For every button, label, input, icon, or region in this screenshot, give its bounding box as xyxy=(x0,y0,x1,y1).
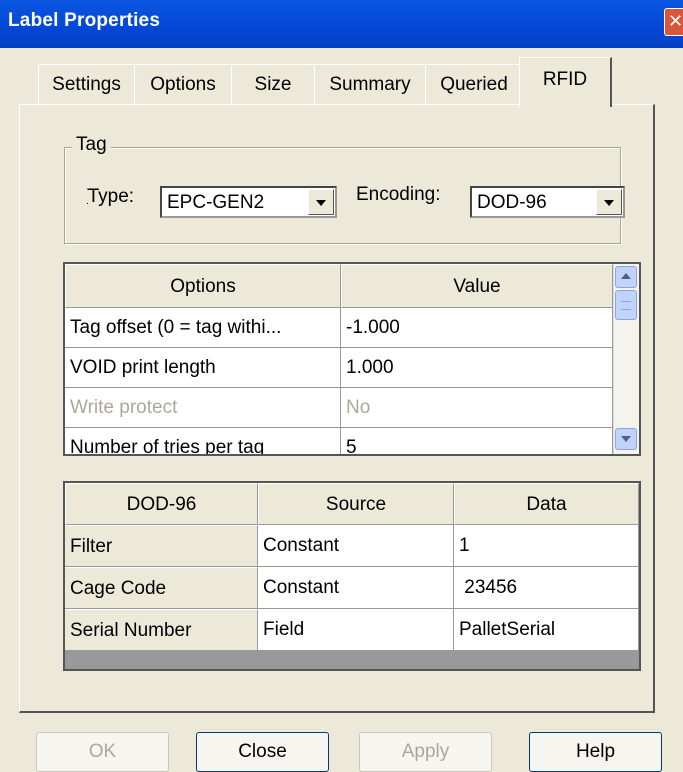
type-label-text: Type: xyxy=(87,186,135,207)
option-value[interactable]: 1.000 xyxy=(341,348,613,388)
field-source[interactable]: Constant xyxy=(258,525,454,567)
scroll-down-icon[interactable] xyxy=(615,428,637,450)
close-button[interactable]: Close xyxy=(196,732,329,772)
encoding-label: Encoding: xyxy=(356,184,441,205)
option-value[interactable]: -1.000 xyxy=(341,308,613,348)
scroll-up-icon[interactable] xyxy=(615,266,637,288)
field-data[interactable]: PalletSerial xyxy=(454,609,639,651)
tab-label: Size xyxy=(254,74,292,95)
field-data[interactable]: 23456 xyxy=(454,567,639,609)
field-data[interactable]: 1 xyxy=(454,525,639,567)
options-grid: Options Value Tag offset (0 = tag withi.… xyxy=(63,262,641,456)
option-name: Write protect xyxy=(65,388,341,428)
tab-label: RFID xyxy=(542,69,588,90)
field-name[interactable]: Filter xyxy=(65,525,258,567)
dod-header[interactable]: DOD-96 xyxy=(65,483,258,525)
help-button[interactable]: Help xyxy=(529,732,662,772)
encoding-select[interactable]: DOD-96 xyxy=(470,186,625,218)
field-source[interactable]: Constant xyxy=(258,567,454,609)
apply-button[interactable]: Apply xyxy=(359,732,492,772)
encoding-select-value: DOD-96 xyxy=(477,192,547,213)
window-title: Label Properties xyxy=(8,10,161,31)
field-source[interactable]: Field xyxy=(258,609,454,651)
tab-queried[interactable]: Queried xyxy=(425,64,524,105)
close-icon: ✕ xyxy=(668,11,683,32)
option-value: No xyxy=(341,388,613,428)
option-name[interactable]: Number of tries per tag xyxy=(65,428,341,454)
data-header[interactable]: Data xyxy=(454,483,639,525)
value-header[interactable]: Value xyxy=(341,264,613,308)
encoding-grid: DOD-96 Source Data Filter Constant 1 Cag… xyxy=(63,481,641,671)
source-header[interactable]: Source xyxy=(258,483,454,525)
options-header[interactable]: Options xyxy=(65,264,341,308)
ok-button[interactable]: OK xyxy=(36,732,169,772)
option-value[interactable]: 5 xyxy=(341,428,613,454)
tag-group-title: Tag xyxy=(72,134,111,156)
option-name[interactable]: VOID print length xyxy=(65,348,341,388)
option-name[interactable]: Tag offset (0 = tag withi... xyxy=(65,308,341,348)
tab-rfid[interactable]: RFID xyxy=(519,57,612,107)
tab-options[interactable]: Options xyxy=(134,64,233,105)
type-label: TType: xyxy=(87,186,135,208)
type-select[interactable]: EPC-GEN2 xyxy=(160,186,337,218)
tab-summary[interactable]: Summary xyxy=(314,64,427,105)
options-scrollbar[interactable] xyxy=(613,264,639,454)
tab-label: Queried xyxy=(440,74,508,95)
tab-size[interactable]: Size xyxy=(231,64,316,105)
scroll-thumb[interactable] xyxy=(615,290,637,320)
field-name[interactable]: Serial Number xyxy=(65,609,258,651)
tab-label: Settings xyxy=(52,74,121,95)
field-name[interactable]: Cage Code xyxy=(65,567,258,609)
window-close-button[interactable]: ✕ xyxy=(664,8,683,36)
tab-label: Summary xyxy=(329,74,411,95)
tab-settings[interactable]: Settings xyxy=(38,64,136,105)
chevron-down-icon[interactable] xyxy=(308,189,334,215)
chevron-down-icon[interactable] xyxy=(596,189,622,215)
title-bar: Label Properties ✕ xyxy=(0,0,683,48)
tab-label: Options xyxy=(150,74,216,95)
type-select-value: EPC-GEN2 xyxy=(167,192,265,213)
